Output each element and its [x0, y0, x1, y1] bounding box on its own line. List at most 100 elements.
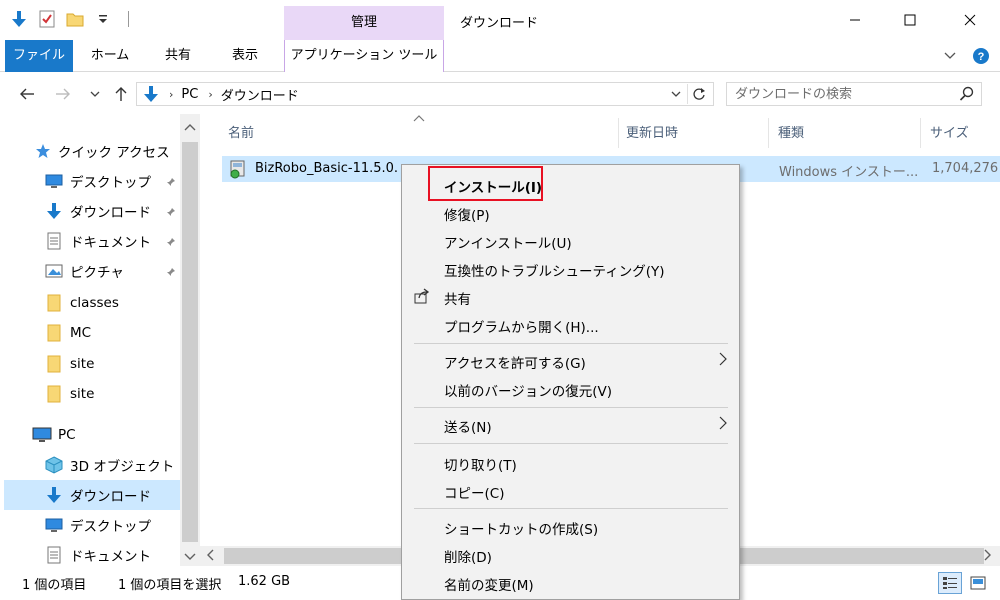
column-divider[interactable]: [920, 118, 921, 148]
menu-item-rename[interactable]: 名前の変更(M): [402, 569, 739, 597]
menu-item-repair[interactable]: 修復(P): [402, 199, 739, 227]
menu-item-uninstall[interactable]: アンインストール(U): [402, 227, 739, 255]
pin-icon[interactable]: [166, 235, 176, 251]
scroll-left-icon[interactable]: [206, 549, 214, 565]
column-divider[interactable]: [618, 118, 619, 148]
details-view-button[interactable]: [938, 572, 962, 594]
column-header-modified[interactable]: 更新日時: [626, 122, 678, 141]
column-header-type[interactable]: 種類: [778, 122, 804, 141]
column-divider[interactable]: [768, 118, 769, 148]
svg-text:?: ?: [978, 51, 985, 63]
new-folder-icon[interactable]: [64, 8, 86, 30]
download-icon: [44, 201, 64, 221]
sidebar-item-classes[interactable]: classes: [44, 288, 180, 318]
sidebar-item-label: ダウンロード: [70, 489, 151, 505]
sidebar-item-desktop-pc[interactable]: デスクトップ: [44, 510, 180, 540]
sidebar-item-pc[interactable]: PC: [32, 420, 180, 450]
sidebar-item-downloads-quick[interactable]: ダウンロード: [44, 196, 180, 226]
search-input[interactable]: [727, 83, 947, 105]
scroll-right-icon[interactable]: [984, 549, 992, 565]
navigation-pane: クイック アクセス デスクトップ ダウンロード ドキュメント ピクチャ clas…: [0, 114, 200, 566]
menu-separator: [414, 343, 728, 344]
tab-file[interactable]: ファイル: [5, 40, 73, 72]
sidebar-item-site[interactable]: site: [44, 349, 180, 379]
properties-icon[interactable]: [36, 8, 58, 30]
folder-icon: [44, 323, 64, 343]
refresh-icon[interactable]: [687, 84, 709, 104]
document-icon: [44, 231, 64, 251]
menu-item-send-to[interactable]: 送る(N): [402, 411, 739, 439]
breadcrumb-separator-icon[interactable]: ›: [208, 88, 212, 101]
breadcrumb-separator-icon[interactable]: ›: [169, 88, 173, 101]
sidebar-item-label: ピクチャ: [70, 265, 124, 281]
sidebar-item-site-2[interactable]: site: [44, 379, 180, 409]
maximize-button[interactable]: [880, 0, 940, 40]
menu-item-open-with[interactable]: プログラムから開く(H)...: [402, 311, 739, 339]
pictures-icon: [44, 261, 64, 281]
sidebar-item-label: site: [70, 386, 95, 402]
tab-view[interactable]: 表示: [215, 40, 275, 72]
recent-locations-icon[interactable]: [84, 83, 106, 105]
pin-icon[interactable]: [166, 265, 176, 281]
sidebar-item-downloads[interactable]: ダウンロード: [4, 480, 180, 510]
minimize-button[interactable]: [825, 0, 885, 40]
folder-icon: [44, 354, 64, 374]
scroll-up-icon[interactable]: [184, 120, 196, 135]
search-box[interactable]: [726, 82, 982, 106]
tab-home[interactable]: ホーム: [80, 40, 140, 72]
sidebar-item-mc[interactable]: MC: [44, 318, 180, 348]
menu-item-copy[interactable]: コピー(C): [402, 477, 739, 505]
download-icon[interactable]: [8, 8, 30, 30]
pin-icon[interactable]: [166, 205, 176, 221]
address-bar-row: › PC › ダウンロード: [0, 73, 1000, 113]
file-name[interactable]: BizRobo_Basic-11.5.0.: [255, 161, 398, 176]
sidebar-item-label: ドキュメント: [70, 549, 151, 565]
sidebar-item-documents-quick[interactable]: ドキュメント: [44, 226, 180, 256]
menu-item-delete[interactable]: 削除(D): [402, 541, 739, 569]
pin-icon[interactable]: [166, 175, 176, 191]
pc-icon: [32, 425, 52, 445]
menu-item-grant-access[interactable]: アクセスを許可する(G): [402, 347, 739, 375]
sidebar-scrollbar[interactable]: [180, 114, 200, 566]
address-bar[interactable]: › PC › ダウンロード: [136, 82, 714, 106]
menu-item-create-shortcut[interactable]: ショートカットの作成(S): [402, 513, 739, 541]
menu-separator: [414, 508, 728, 509]
customize-qat-icon[interactable]: [92, 8, 114, 30]
sidebar-item-quick-access[interactable]: クイック アクセス: [34, 136, 180, 166]
column-header-size[interactable]: サイズ: [930, 122, 969, 141]
scrollbar-thumb[interactable]: [182, 142, 198, 542]
sidebar-item-pictures[interactable]: ピクチャ: [44, 256, 180, 286]
search-icon[interactable]: [959, 86, 975, 106]
help-icon[interactable]: ?: [972, 46, 990, 66]
sort-ascending-icon: [413, 114, 425, 125]
breadcrumb-pc[interactable]: PC: [181, 87, 198, 102]
tab-application-tools[interactable]: アプリケーション ツール: [284, 40, 444, 72]
window-title: ダウンロード: [460, 16, 539, 31]
selection-size: 1.62 GB: [238, 574, 291, 589]
forward-arrow-icon[interactable]: [52, 83, 74, 105]
menu-item-restore-previous[interactable]: 以前のバージョンの復元(V): [402, 375, 739, 403]
file-size: 1,704,276: [932, 161, 999, 176]
item-count: 1 個の項目: [22, 578, 87, 593]
tab-share[interactable]: 共有: [148, 40, 208, 72]
menu-item-cut[interactable]: 切り取り(T): [402, 449, 739, 477]
sidebar-item-desktop[interactable]: デスクトップ: [44, 166, 180, 196]
menu-item-troubleshoot[interactable]: 互換性のトラブルシューティング(Y): [402, 255, 739, 283]
sidebar-item-label: クイック アクセス: [58, 145, 170, 161]
sidebar-item-label: MC: [70, 325, 92, 341]
download-icon: [143, 85, 159, 103]
menu-item-share[interactable]: 共有: [402, 283, 739, 311]
address-dropdown-icon[interactable]: [671, 87, 681, 102]
tab-manage[interactable]: 管理: [284, 6, 444, 40]
large-icons-view-button[interactable]: [966, 572, 990, 594]
breadcrumb-downloads[interactable]: ダウンロード: [221, 85, 299, 104]
up-arrow-icon[interactable]: [110, 83, 132, 105]
back-arrow-icon[interactable]: [16, 83, 38, 105]
expand-ribbon-icon[interactable]: [944, 46, 956, 66]
column-header-name[interactable]: 名前: [228, 122, 254, 141]
scroll-down-icon[interactable]: [184, 550, 196, 565]
sidebar-item-label: site: [70, 356, 95, 372]
installer-icon: [228, 159, 248, 183]
close-button[interactable]: [940, 0, 1000, 40]
sidebar-item-3d-objects[interactable]: 3D オブジェクト: [44, 450, 180, 480]
